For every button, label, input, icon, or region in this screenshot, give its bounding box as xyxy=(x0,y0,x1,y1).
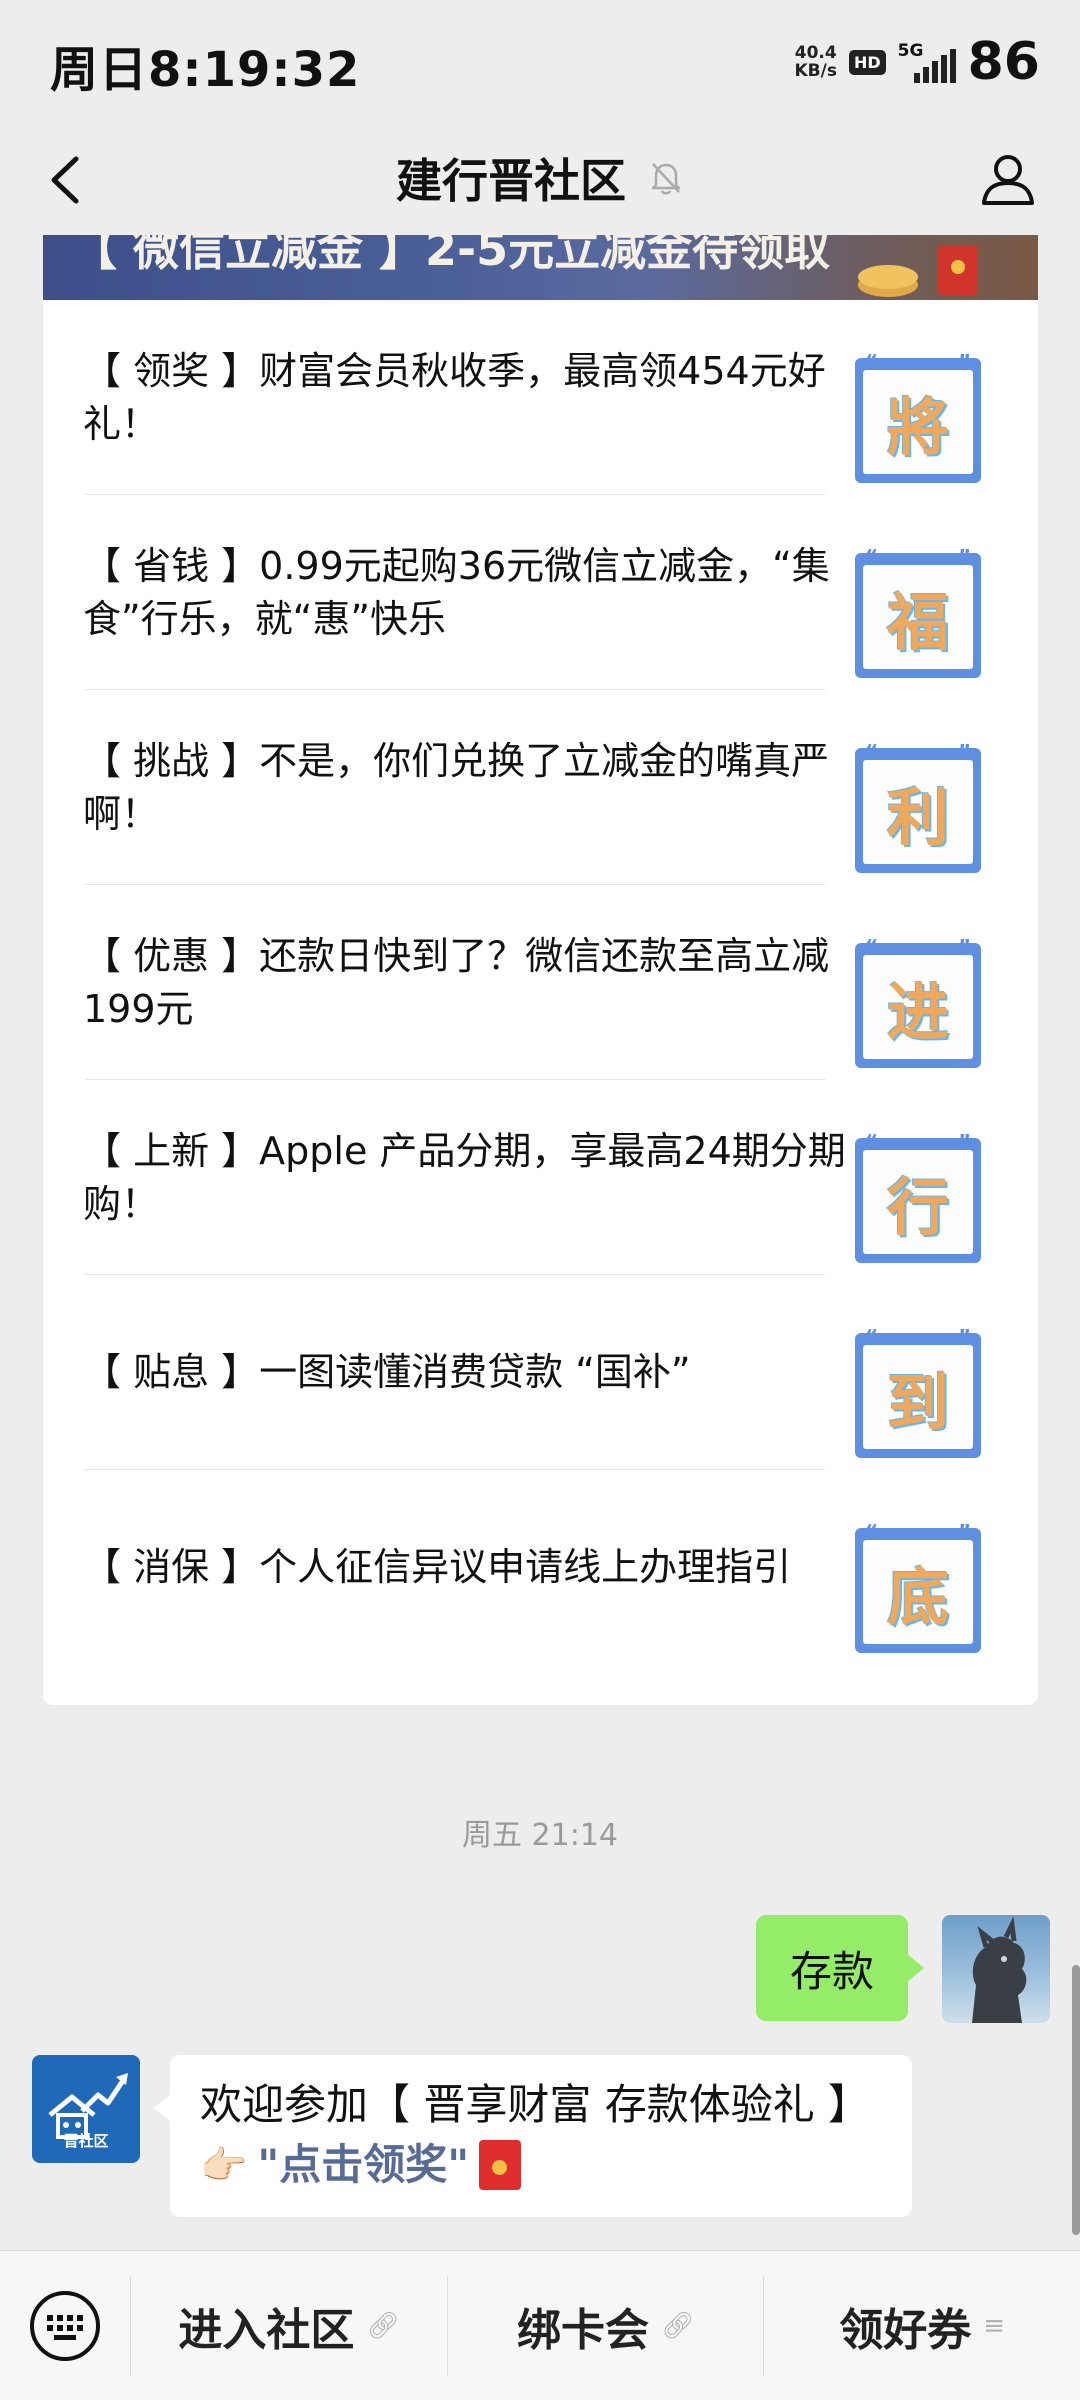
list-item[interactable]: 【 优惠 】还款日快到了？微信还款至高立减199元 “” 进 xyxy=(43,885,1038,1080)
article-thumbnail: “” 进 xyxy=(855,935,981,1068)
battery-level: 86 xyxy=(967,32,1040,92)
keyboard-toggle-button[interactable] xyxy=(0,2251,130,2400)
hd-badge: HD xyxy=(848,49,886,75)
incoming-message-text: 欢迎参加【 晋享财富 存款体验礼 】 xyxy=(200,2080,871,2129)
link-icon: 🔗︎ xyxy=(661,2310,695,2341)
article-title: 【 挑战 】不是，你们兑换了立减金的嘴真严啊！ xyxy=(83,738,830,836)
mute-bell-icon xyxy=(651,163,681,195)
chat-info-button[interactable] xyxy=(978,143,1038,213)
list-item[interactable]: 【 挑战 】不是，你们兑换了立减金的嘴真严啊！ “” 利 xyxy=(43,690,1038,885)
list-item[interactable]: 【 省钱 】0.99元起购36元微信立减金，“集食”行乐，就“惠”快乐 “” 福 xyxy=(43,495,1038,690)
article-title: 【 贴息 】一图读懂消费贷款 “国补” xyxy=(83,1350,691,1394)
bot-avatar[interactable]: 晋社区 xyxy=(32,2055,140,2163)
article-thumbnail: “” 行 xyxy=(855,1130,981,1263)
pointing-hand-icon: 👉🏻 xyxy=(200,2143,248,2187)
article-title: 【 上新 】Apple 产品分期，享最高24期分期购！ xyxy=(83,1128,846,1226)
article-title: 【 优惠 】还款日快到了？微信还款至高立减199元 xyxy=(83,933,830,1031)
article-thumbnail: “” 福 xyxy=(855,545,981,678)
article-thumbnail: “” 到 xyxy=(855,1325,981,1458)
coins-image xyxy=(858,245,978,297)
article-banner[interactable]: 【 微信立减金 】2-5元立减金待领取 xyxy=(43,235,1038,300)
menu-bind-card[interactable]: 绑卡会 🔗︎ xyxy=(448,2251,764,2400)
thumbnail-char: 进 xyxy=(886,976,949,1049)
banner-title: 【 微信立减金 】2-5元立减金待领取 xyxy=(71,235,831,276)
keyboard-icon xyxy=(30,2290,100,2361)
incoming-message-bubble: 欢迎参加【 晋享财富 存款体验礼 】 👉🏻 "点击领奖" xyxy=(154,2055,912,2217)
list-item[interactable]: 【 消保 】个人征信异议申请线上办理指引 “” 底 xyxy=(43,1470,1038,1665)
menu-label: 领好券 xyxy=(839,2304,972,2356)
article-thumbnail: “” 利 xyxy=(855,740,981,873)
menu-label: 进入社区 xyxy=(178,2304,355,2356)
article-title: 【 领奖 】财富会员秋收季，最高领454元好礼！ xyxy=(83,348,826,446)
message-timestamp: 周五 21:14 xyxy=(462,1818,618,1853)
network-speed: 40.4 KB/s xyxy=(794,44,836,80)
menu-get-coupons[interactable]: 领好券 ≡ xyxy=(764,2251,1080,2400)
thumbnail-char: 將 xyxy=(886,391,949,464)
submenu-icon: ≡ xyxy=(983,2310,1006,2341)
article-thumbnail: “” 將 xyxy=(855,350,981,483)
chat-title: 建行晋社区 xyxy=(396,154,626,208)
scrollbar[interactable] xyxy=(1072,1965,1080,2235)
article-thumbnail: “” 底 xyxy=(855,1520,981,1653)
list-item[interactable]: 【 领奖 】财富会员秋收季，最高领454元好礼！ “” 將 xyxy=(43,300,1038,495)
article-title: 【 消保 】个人征信异议申请线上办理指引 xyxy=(83,1545,792,1589)
thumbnail-char: 底 xyxy=(886,1561,949,1634)
thumbnail-char: 利 xyxy=(886,781,949,854)
menu-enter-community[interactable]: 进入社区 🔗︎ xyxy=(131,2251,447,2400)
user-avatar[interactable] xyxy=(942,1915,1050,2023)
nav-bar: 建行晋社区 xyxy=(0,125,1080,235)
article-list: 【 领奖 】财富会员秋收季，最高领454元好礼！ “” 將 【 省钱 】0.99… xyxy=(43,300,1038,1665)
thumbnail-char: 福 xyxy=(886,586,949,659)
network-speed-value: 40.4 xyxy=(794,43,837,63)
menu-label: 绑卡会 xyxy=(517,2304,649,2356)
dragon-statue-image xyxy=(972,1916,1027,2023)
status-icons: 40.4 KB/s HD 5G 86 xyxy=(794,32,1040,92)
thumbnail-char: 行 xyxy=(886,1171,949,1244)
thumbnail-char: 到 xyxy=(886,1366,949,1439)
status-bar: 周日8:19:32 40.4 KB/s HD 5G 86 xyxy=(0,0,1080,125)
outgoing-message-bubble[interactable]: 存款 xyxy=(755,1915,925,2021)
list-item[interactable]: 【 上新 】Apple 产品分期，享最高24期分期购！ “” 行 xyxy=(43,1080,1038,1275)
status-time: 周日8:19:32 xyxy=(50,42,361,98)
bottom-menu: 进入社区 🔗︎ 绑卡会 🔗︎ 领好券 ≡ xyxy=(0,2250,1080,2400)
network-speed-unit: KB/s xyxy=(794,61,837,81)
list-item[interactable]: 【 贴息 】一图读懂消费贷款 “国补” “” 到 xyxy=(43,1275,1038,1470)
bot-avatar-label: 晋社区 xyxy=(63,2132,109,2150)
claim-reward-link[interactable]: "点击领奖" xyxy=(257,2135,469,2195)
signal-icon: 5G xyxy=(898,41,956,83)
link-icon: 🔗︎ xyxy=(366,2310,400,2341)
article-title: 【 省钱 】0.99元起购36元微信立减金，“集食”行乐，就“惠”快乐 xyxy=(83,543,830,641)
person-icon xyxy=(982,155,1034,205)
red-envelope-icon xyxy=(479,2140,522,2190)
article-card: 【 微信立减金 】2-5元立减金待领取 【 领奖 】财富会员秋收季，最高领454… xyxy=(43,235,1038,1705)
